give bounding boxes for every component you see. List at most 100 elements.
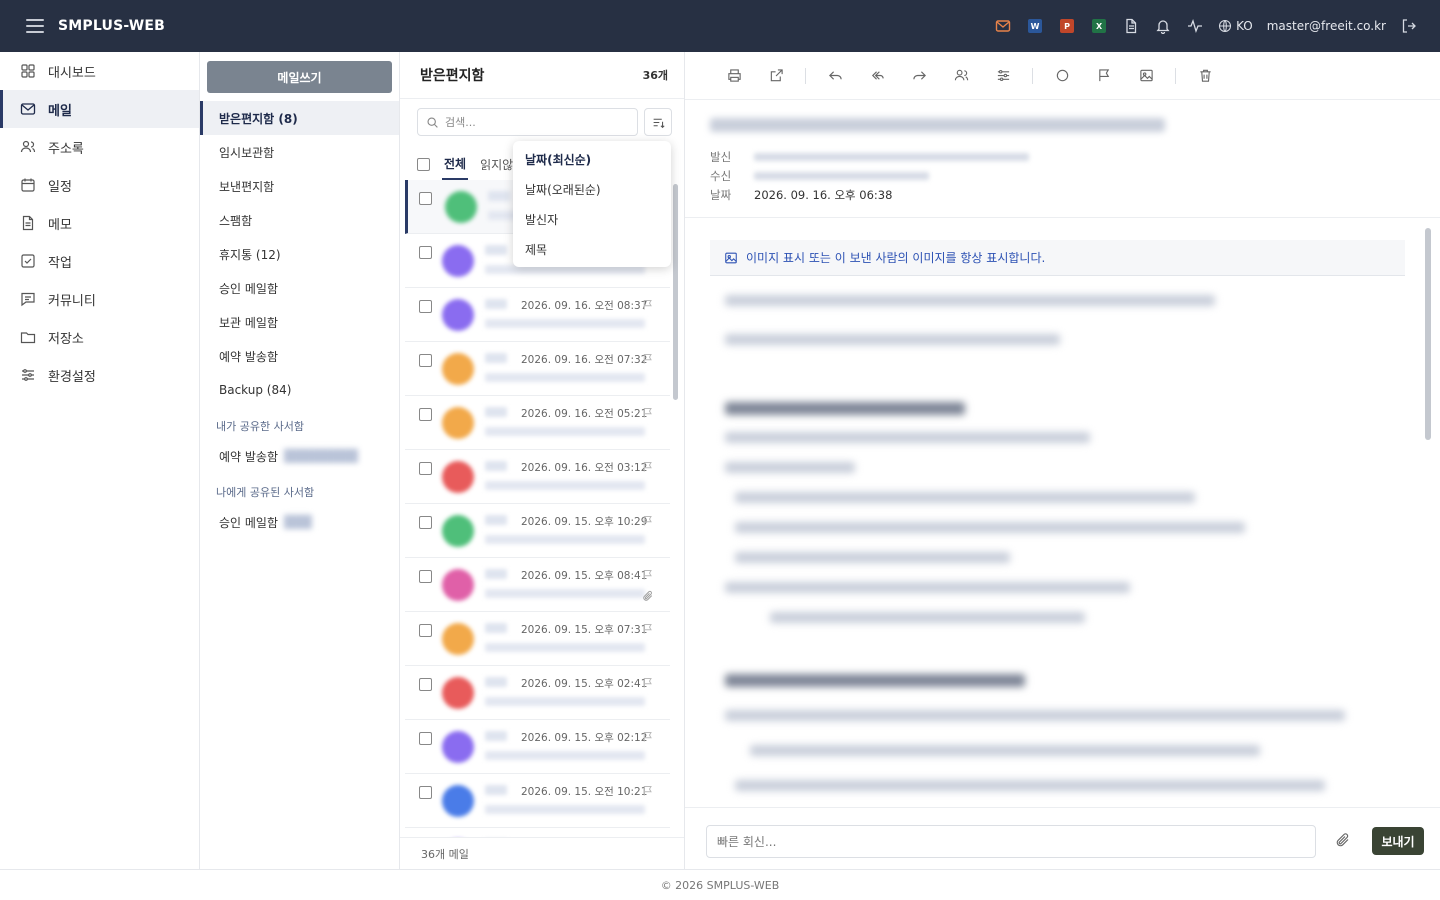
nav-calendar[interactable]: 일정 bbox=[0, 166, 199, 204]
flag-icon[interactable] bbox=[642, 785, 654, 797]
mail-row[interactable]: 2026. 09. 15. 오전 10:21 bbox=[405, 774, 670, 828]
mail-row[interactable]: 2026. 09. 15. 오후 08:41 bbox=[405, 558, 670, 612]
mark-unread-button[interactable] bbox=[1049, 63, 1075, 89]
row-checkbox[interactable] bbox=[419, 678, 432, 691]
nav-contacts[interactable]: 주소록 bbox=[0, 128, 199, 166]
row-checkbox[interactable] bbox=[419, 354, 432, 367]
flag-icon[interactable] bbox=[642, 353, 654, 365]
flag-icon[interactable] bbox=[642, 515, 654, 527]
mail-row[interactable] bbox=[405, 828, 670, 837]
flag-icon[interactable] bbox=[642, 677, 654, 689]
folder-spam[interactable]: 스팸함 bbox=[200, 203, 399, 237]
folder-approval[interactable]: 승인 메일함 bbox=[200, 271, 399, 305]
popout-button[interactable] bbox=[763, 63, 789, 89]
mail-row[interactable]: 2026. 09. 16. 오전 08:37 bbox=[405, 288, 670, 342]
nav-community[interactable]: 커뮤니티 bbox=[0, 280, 199, 318]
brand-logo[interactable]: SMPLUS-WEB bbox=[58, 18, 165, 34]
attach-button[interactable] bbox=[1335, 832, 1353, 850]
logout-icon[interactable] bbox=[1400, 17, 1418, 35]
mail-row[interactable]: 2026. 09. 16. 오전 07:32 bbox=[405, 342, 670, 396]
row-checkbox[interactable] bbox=[419, 570, 432, 583]
body-text-redacted bbox=[725, 710, 1345, 721]
print-button[interactable] bbox=[721, 63, 747, 89]
delete-button[interactable] bbox=[1192, 63, 1218, 89]
folder-scheduled[interactable]: 예약 발송함 bbox=[200, 339, 399, 373]
nav-mail[interactable]: 메일 bbox=[0, 90, 199, 128]
row-checkbox[interactable] bbox=[419, 192, 432, 205]
body-scroll-thumb[interactable] bbox=[1425, 228, 1431, 440]
forward-button[interactable] bbox=[906, 63, 932, 89]
row-checkbox[interactable] bbox=[419, 732, 432, 745]
shared-to-me-folder[interactable]: 승인 메일함 ███ bbox=[200, 505, 399, 539]
language-selector[interactable]: KO bbox=[1218, 19, 1253, 33]
reply-button[interactable] bbox=[822, 63, 848, 89]
word-icon[interactable]: W bbox=[1026, 17, 1044, 35]
mail-row[interactable]: 2026. 09. 15. 오후 07:31 bbox=[405, 612, 670, 666]
flag-icon[interactable] bbox=[642, 623, 654, 635]
sort-button[interactable] bbox=[644, 108, 672, 136]
powerpoint-icon[interactable]: P bbox=[1058, 17, 1076, 35]
folder-sent[interactable]: 보낸편지함 bbox=[200, 169, 399, 203]
recipients-button[interactable] bbox=[948, 63, 974, 89]
flag-icon[interactable] bbox=[642, 461, 654, 473]
sort-option-sender[interactable]: 발신자 bbox=[513, 204, 671, 234]
mail-row[interactable]: 2026. 09. 16. 오전 05:21 bbox=[405, 396, 670, 450]
mail-row[interactable]: 2026. 09. 15. 오후 02:41 bbox=[405, 666, 670, 720]
list-scrollbar[interactable] bbox=[673, 180, 679, 837]
shared-by-me-folder[interactable]: 예약 발송함 ████████ bbox=[200, 439, 399, 473]
flag-icon[interactable] bbox=[642, 407, 654, 419]
bell-icon[interactable] bbox=[1154, 17, 1172, 35]
folder-drafts[interactable]: 임시보관함 bbox=[200, 135, 399, 169]
flag-button[interactable] bbox=[1091, 63, 1117, 89]
image-button[interactable] bbox=[1133, 63, 1159, 89]
search-input[interactable]: 검색... bbox=[417, 108, 638, 136]
flag-icon[interactable] bbox=[642, 299, 654, 311]
nav-tasks[interactable]: 작업 bbox=[0, 242, 199, 280]
nav-storage[interactable]: 저장소 bbox=[0, 318, 199, 356]
nav-dashboard[interactable]: 대시보드 bbox=[0, 52, 199, 90]
body-scrollbar[interactable] bbox=[1425, 223, 1431, 803]
mail-row[interactable]: 2026. 09. 15. 오후 02:12 bbox=[405, 720, 670, 774]
sort-option-subject[interactable]: 제목 bbox=[513, 234, 671, 264]
row-checkbox[interactable] bbox=[419, 786, 432, 799]
user-email[interactable]: master@freeit.co.kr bbox=[1267, 19, 1386, 33]
filter-button[interactable] bbox=[990, 63, 1016, 89]
row-checkbox[interactable] bbox=[419, 408, 432, 421]
row-checkbox[interactable] bbox=[419, 516, 432, 529]
folder-inbox[interactable]: 받은편지함 (8) bbox=[200, 101, 399, 135]
menu-icon[interactable] bbox=[26, 19, 44, 33]
folder-trash[interactable]: 휴지통 (12) bbox=[200, 237, 399, 271]
sort-option-newest[interactable]: 날짜(최신순) bbox=[513, 144, 671, 174]
document-icon[interactable] bbox=[1122, 17, 1140, 35]
quick-reply-input[interactable]: 빠른 회신... bbox=[706, 825, 1316, 858]
mail-row[interactable]: 2026. 09. 15. 오후 10:29 bbox=[405, 504, 670, 558]
row-checkbox[interactable] bbox=[419, 246, 432, 259]
tab-all[interactable]: 전체 bbox=[442, 148, 469, 180]
sort-option-oldest[interactable]: 날짜(오래된순) bbox=[513, 174, 671, 204]
row-checkbox[interactable] bbox=[419, 462, 432, 475]
reply-all-button[interactable] bbox=[864, 63, 890, 89]
meta-date: 날짜 2026. 09. 16. 오후 06:38 bbox=[710, 185, 1029, 204]
tab-unread[interactable]: 읽지않 bbox=[480, 148, 513, 180]
mail-date: 2026. 09. 16. 오전 05:21 bbox=[521, 408, 648, 420]
toolbar-divider bbox=[1175, 67, 1176, 84]
mail-meta: 발신 수신 날짜 2026. 09. 16. 오후 06:38 bbox=[710, 147, 1029, 204]
circle-icon bbox=[1056, 69, 1068, 82]
row-checkbox[interactable] bbox=[419, 300, 432, 313]
folder-archive[interactable]: 보관 메일함 bbox=[200, 305, 399, 339]
activity-icon[interactable] bbox=[1186, 17, 1204, 35]
scroll-thumb[interactable] bbox=[673, 184, 678, 400]
flag-icon[interactable] bbox=[642, 569, 654, 581]
row-checkbox[interactable] bbox=[419, 624, 432, 637]
folder-backup[interactable]: Backup (84) bbox=[200, 373, 399, 407]
select-all-checkbox[interactable] bbox=[417, 157, 430, 171]
flag-icon[interactable] bbox=[642, 731, 654, 743]
nav-settings[interactable]: 환경설정 bbox=[0, 356, 199, 394]
send-button[interactable]: 보내기 bbox=[1372, 827, 1424, 855]
image-display-notice[interactable]: 이미지 표시 또는 이 보낸 사람의 이미지를 항상 표시합니다. bbox=[710, 240, 1405, 276]
mail-icon[interactable] bbox=[994, 17, 1012, 35]
nav-memo[interactable]: 메모 bbox=[0, 204, 199, 242]
mail-row[interactable]: 2026. 09. 16. 오전 03:12 bbox=[405, 450, 670, 504]
excel-icon[interactable]: X bbox=[1090, 17, 1108, 35]
compose-button[interactable]: 메일쓰기 bbox=[207, 61, 392, 93]
